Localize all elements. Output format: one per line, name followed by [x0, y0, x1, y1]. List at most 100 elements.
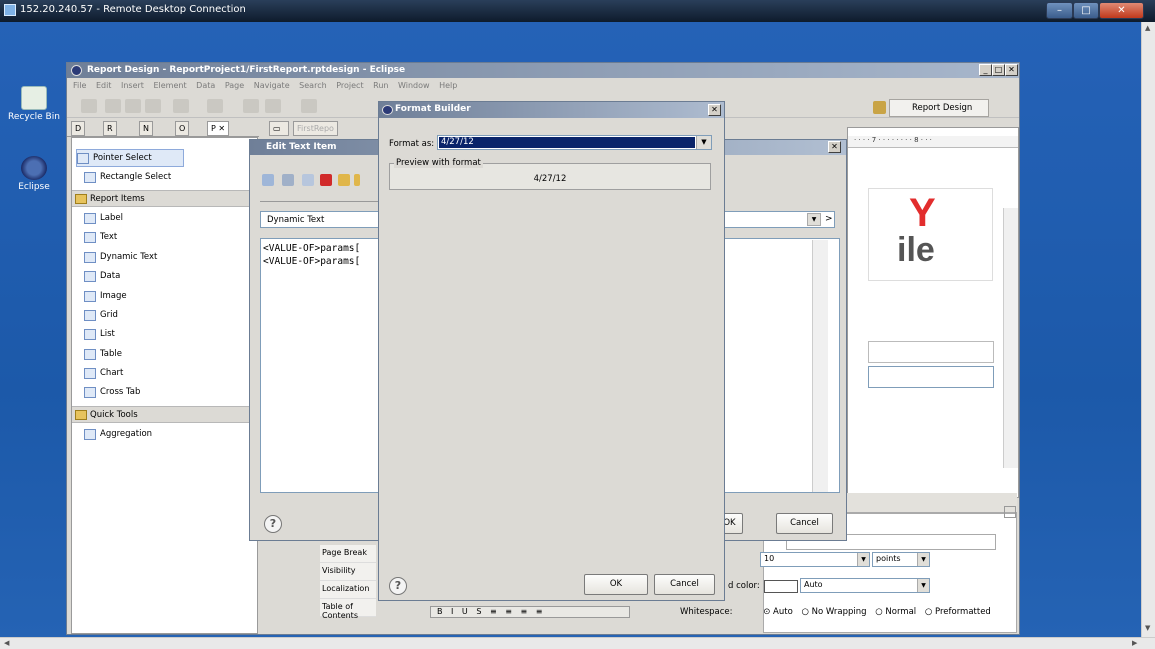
background-color-label: d color: [728, 581, 760, 591]
edit-text-close-button[interactable]: ✕ [828, 141, 841, 153]
undo-icon[interactable] [338, 174, 350, 186]
palette-item-cross-tab[interactable]: Cross Tab [84, 383, 140, 401]
chevron-down-icon[interactable]: ▼ [807, 213, 821, 226]
report-field[interactable] [868, 341, 994, 363]
palette-item-text[interactable]: Text [84, 228, 117, 246]
palette-item-label[interactable]: Label [84, 209, 123, 227]
delete-icon[interactable] [320, 174, 332, 186]
menu-help[interactable]: Help [439, 81, 457, 90]
report-design-perspective-button[interactable]: Report Design [889, 99, 989, 117]
palette-item-image[interactable]: Image [84, 287, 127, 305]
open-perspective-icon[interactable] [873, 101, 886, 114]
radio-no-wrapping[interactable]: ○ No Wrapping [802, 607, 867, 617]
format-cancel-button[interactable]: Cancel [654, 574, 715, 595]
print-icon[interactable] [145, 99, 161, 113]
color-swatch[interactable] [764, 580, 798, 593]
menu-data[interactable]: Data [196, 81, 215, 90]
palette-item-grid[interactable]: Grid [84, 306, 118, 324]
help-icon[interactable]: ? [264, 515, 282, 533]
help-icon[interactable]: ? [389, 577, 407, 595]
rdp-vertical-scrollbar[interactable]: ▲ ▼ [1141, 22, 1155, 637]
format-ok-button[interactable]: OK [584, 574, 648, 595]
font-size-field[interactable]: 10 ▼ [760, 552, 870, 567]
editor-minimize-icon[interactable]: ▭ [269, 121, 289, 136]
menu-project[interactable]: Project [336, 81, 363, 90]
search-icon[interactable] [265, 99, 281, 113]
palette-item-data[interactable]: Data [84, 267, 120, 285]
copy-icon[interactable] [262, 174, 274, 186]
menu-search[interactable]: Search [299, 81, 326, 90]
sigma-icon [84, 428, 96, 440]
palette-group-report-items[interactable]: Report Items [72, 190, 257, 207]
text-format-toolbar[interactable]: B I U S ≡ ≡ ≡ ≡ [430, 606, 630, 618]
radio-normal[interactable]: ○ Normal [875, 607, 916, 617]
menu-edit[interactable]: Edit [96, 81, 112, 90]
new-icon[interactable] [81, 99, 97, 113]
tab-d[interactable]: D [71, 121, 86, 136]
format-as-label: Format as: [389, 139, 435, 149]
palette-item-table[interactable]: Table [84, 345, 122, 363]
tab-r[interactable]: R [103, 121, 117, 136]
debug-icon[interactable] [173, 99, 189, 113]
desktop-icon-eclipse[interactable]: Eclipse [4, 156, 64, 192]
property-table-of-contents[interactable]: Table of Contents [320, 599, 376, 620]
tab-first-report[interactable]: FirstRepo [293, 121, 338, 136]
radio-auto[interactable]: ⊙ Auto [763, 607, 793, 617]
menu-insert[interactable]: Insert [121, 81, 144, 90]
whitespace-row: Whitespace: ⊙ Auto ○ No Wrapping ○ Norma… [680, 607, 991, 617]
menu-element[interactable]: Element [153, 81, 186, 90]
format-as-select[interactable]: 4/27/12 ▼ [437, 135, 712, 150]
paste-icon[interactable] [302, 174, 314, 186]
palette-item-aggregation[interactable]: Aggregation [84, 425, 152, 443]
folder-icon [75, 194, 87, 204]
horizontal-ruler: · · · · 7 · · · · · · · · 8 · · · [848, 136, 1018, 148]
redo-icon[interactable] [354, 174, 360, 186]
expand-arrow-icon[interactable]: > [825, 214, 833, 224]
format-builder-close-button[interactable]: ✕ [708, 104, 721, 116]
tab-n[interactable]: N [139, 121, 153, 136]
rdp-horizontal-scrollbar[interactable]: ◀ ▶ [0, 637, 1155, 649]
minimize-button[interactable]: – [1046, 2, 1073, 19]
menu-run[interactable]: Run [373, 81, 388, 90]
menu-window[interactable]: Window [398, 81, 430, 90]
close-button[interactable]: ✕ [1099, 2, 1144, 19]
property-page-break[interactable]: Page Break [320, 545, 376, 563]
background-color-select[interactable]: Auto ▼ [800, 578, 930, 593]
font-unit-select[interactable]: points ▼ [872, 552, 930, 567]
palette-rectangle-select[interactable]: Rectangle Select [84, 168, 171, 186]
menu-page[interactable]: Page [225, 81, 244, 90]
menu-file[interactable]: File [73, 81, 86, 90]
palette-pointer-select[interactable]: Pointer Select [76, 149, 184, 167]
save-all-icon[interactable] [125, 99, 141, 113]
open-file-icon[interactable] [243, 99, 259, 113]
chart-icon [84, 367, 96, 379]
format-builder-title-bar: Format Builder [379, 102, 724, 118]
palette-item-chart[interactable]: Chart [84, 364, 123, 382]
property-tool-icon[interactable] [1004, 506, 1016, 518]
desktop-icon-recycle-bin[interactable]: Recycle Bin [4, 86, 64, 122]
property-visibility[interactable]: Visibility [320, 563, 376, 581]
eclipse-maximize-button[interactable]: □ [992, 64, 1005, 76]
eclipse-logo-icon [382, 105, 393, 115]
navigate-back-icon[interactable] [301, 99, 317, 113]
tab-palette[interactable]: P ✕ [207, 121, 230, 136]
report-field-selected[interactable] [868, 366, 994, 388]
cut-icon[interactable] [282, 174, 294, 186]
chevron-down-icon[interactable]: ▼ [696, 136, 711, 149]
cancel-button[interactable]: Cancel [776, 513, 833, 534]
eclipse-minimize-button[interactable]: _ [979, 64, 992, 76]
tab-o[interactable]: O [175, 121, 190, 136]
editor-vertical-scrollbar[interactable] [812, 240, 828, 492]
maximize-button[interactable]: □ [1073, 2, 1099, 19]
menu-navigate[interactable]: Navigate [254, 81, 290, 90]
save-icon[interactable] [105, 99, 121, 113]
property-localization[interactable]: Localization [320, 581, 376, 599]
preview-label: Preview with format [394, 158, 483, 168]
eclipse-close-button[interactable]: ✕ [1005, 64, 1018, 76]
palette-group-quick-tools[interactable]: Quick Tools [72, 406, 257, 423]
layout-vertical-scrollbar[interactable] [1003, 208, 1018, 468]
palette-item-list[interactable]: List [84, 325, 115, 343]
run-icon[interactable] [207, 99, 223, 113]
palette-item-dynamic-text[interactable]: Dynamic Text [84, 248, 157, 266]
radio-preformatted[interactable]: ○ Preformatted [925, 607, 991, 617]
